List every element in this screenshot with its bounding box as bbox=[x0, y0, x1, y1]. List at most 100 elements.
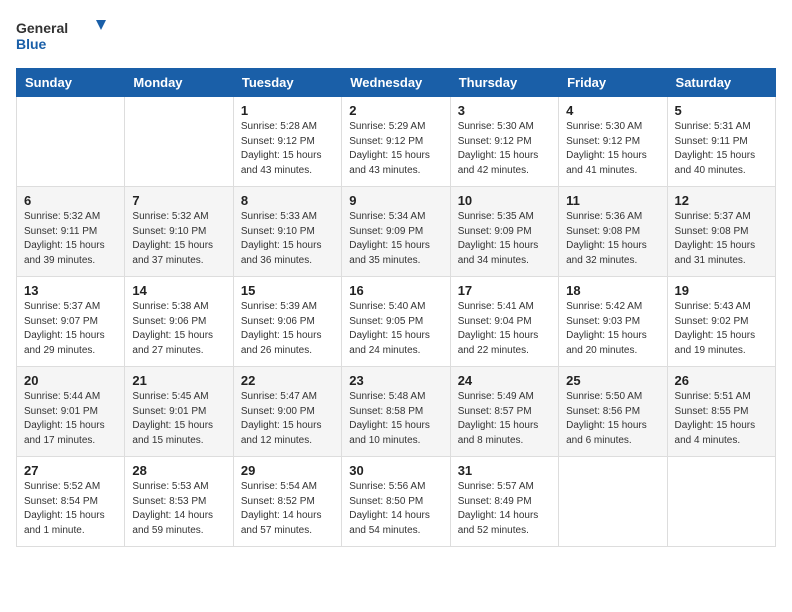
day-info: Sunrise: 5:43 AM Sunset: 9:02 PM Dayligh… bbox=[675, 300, 768, 358]
weekday-header: Wednesday bbox=[342, 69, 450, 97]
day-number: 4 bbox=[566, 103, 659, 118]
logo-icon: General Blue bbox=[16, 16, 106, 56]
day-info: Sunrise: 5:48 AM Sunset: 8:58 PM Dayligh… bbox=[349, 390, 442, 448]
day-info: Sunrise: 5:32 AM Sunset: 9:11 PM Dayligh… bbox=[24, 210, 117, 268]
calendar-week-row: 1 Sunrise: 5:28 AM Sunset: 9:12 PM Daylig… bbox=[17, 97, 776, 187]
day-number: 5 bbox=[675, 103, 768, 118]
day-info: Sunrise: 5:52 AM Sunset: 8:54 PM Dayligh… bbox=[24, 480, 117, 538]
calendar-cell: 31 Sunrise: 5:57 AM Sunset: 8:49 PM Dayli… bbox=[450, 457, 558, 547]
calendar-header-row: SundayMondayTuesdayWednesdayThursdayFrid… bbox=[17, 69, 776, 97]
calendar-cell: 12Sunrise: 5:37 AM Sunset: 9:08 PM Dayli… bbox=[667, 187, 775, 277]
calendar-cell: 17 Sunrise: 5:41 AM Sunset: 9:04 PM Dayli… bbox=[450, 277, 558, 367]
day-info: Sunrise: 5:35 AM Sunset: 9:09 PM Dayligh… bbox=[458, 210, 551, 268]
calendar-cell: 16Sunrise: 5:40 AM Sunset: 9:05 PM Dayli… bbox=[342, 277, 450, 367]
calendar-cell: 28Sunrise: 5:53 AM Sunset: 8:53 PM Dayli… bbox=[125, 457, 233, 547]
day-info: Sunrise: 5:53 AM Sunset: 8:53 PM Dayligh… bbox=[132, 480, 225, 538]
day-info: Sunrise: 5:42 AM Sunset: 9:03 PM Dayligh… bbox=[566, 300, 659, 358]
weekday-header: Monday bbox=[125, 69, 233, 97]
day-number: 3 bbox=[458, 103, 551, 118]
day-info: Sunrise: 5:49 AM Sunset: 8:57 PM Dayligh… bbox=[458, 390, 551, 448]
day-info: Sunrise: 5:33 AM Sunset: 9:10 PM Dayligh… bbox=[241, 210, 334, 268]
day-number: 18 bbox=[566, 283, 659, 298]
day-info: Sunrise: 5:41 AM Sunset: 9:04 PM Dayligh… bbox=[458, 300, 551, 358]
day-number: 31 bbox=[458, 463, 551, 478]
calendar-cell: 27 Sunrise: 5:52 AM Sunset: 8:54 PM Dayli… bbox=[17, 457, 125, 547]
day-number: 19 bbox=[675, 283, 768, 298]
day-number: 2 bbox=[349, 103, 442, 118]
calendar-cell bbox=[667, 457, 775, 547]
calendar-cell: 25 Sunrise: 5:50 AM Sunset: 8:56 PM Dayli… bbox=[559, 367, 667, 457]
calendar-cell: 15 Sunrise: 5:39 AM Sunset: 9:06 PM Dayli… bbox=[233, 277, 341, 367]
calendar-cell: 9 Sunrise: 5:34 AM Sunset: 9:09 PM Daylig… bbox=[342, 187, 450, 277]
calendar-cell: 7 Sunrise: 5:32 AM Sunset: 9:10 PM Daylig… bbox=[125, 187, 233, 277]
day-info: Sunrise: 5:39 AM Sunset: 9:06 PM Dayligh… bbox=[241, 300, 334, 358]
calendar-cell: 19 Sunrise: 5:43 AM Sunset: 9:02 PM Dayli… bbox=[667, 277, 775, 367]
weekday-header: Thursday bbox=[450, 69, 558, 97]
day-info: Sunrise: 5:45 AM Sunset: 9:01 PM Dayligh… bbox=[132, 390, 225, 448]
calendar-cell: 20 Sunrise: 5:44 AM Sunset: 9:01 PM Dayli… bbox=[17, 367, 125, 457]
day-number: 30 bbox=[349, 463, 442, 478]
calendar-cell: 14 Sunrise: 5:38 AM Sunset: 9:06 PM Dayli… bbox=[125, 277, 233, 367]
day-info: Sunrise: 5:57 AM Sunset: 8:49 PM Dayligh… bbox=[458, 480, 551, 538]
day-number: 10 bbox=[458, 193, 551, 208]
day-info: Sunrise: 5:31 AM Sunset: 9:11 PM Dayligh… bbox=[675, 120, 768, 178]
calendar-cell: 24 Sunrise: 5:49 AM Sunset: 8:57 PM Dayli… bbox=[450, 367, 558, 457]
weekday-header: Sunday bbox=[17, 69, 125, 97]
day-number: 1 bbox=[241, 103, 334, 118]
day-number: 14 bbox=[132, 283, 225, 298]
calendar-cell: 18 Sunrise: 5:42 AM Sunset: 9:03 PM Dayli… bbox=[559, 277, 667, 367]
day-number: 23 bbox=[349, 373, 442, 388]
day-number: 29 bbox=[241, 463, 334, 478]
calendar-cell: 26 Sunrise: 5:51 AM Sunset: 8:55 PM Dayli… bbox=[667, 367, 775, 457]
day-info: Sunrise: 5:29 AM Sunset: 9:12 PM Dayligh… bbox=[349, 120, 442, 178]
day-number: 15 bbox=[241, 283, 334, 298]
day-info: Sunrise: 5:38 AM Sunset: 9:06 PM Dayligh… bbox=[132, 300, 225, 358]
weekday-header: Tuesday bbox=[233, 69, 341, 97]
day-info: Sunrise: 5:32 AM Sunset: 9:10 PM Dayligh… bbox=[132, 210, 225, 268]
day-number: 9 bbox=[349, 193, 442, 208]
logo: General Blue bbox=[16, 16, 106, 56]
calendar-cell: 5 Sunrise: 5:31 AM Sunset: 9:11 PM Daylig… bbox=[667, 97, 775, 187]
day-info: Sunrise: 5:34 AM Sunset: 9:09 PM Dayligh… bbox=[349, 210, 442, 268]
calendar-table: SundayMondayTuesdayWednesdayThursdayFrid… bbox=[16, 68, 776, 547]
day-number: 7 bbox=[132, 193, 225, 208]
calendar-cell: 1 Sunrise: 5:28 AM Sunset: 9:12 PM Daylig… bbox=[233, 97, 341, 187]
day-number: 11 bbox=[566, 193, 659, 208]
day-number: 24 bbox=[458, 373, 551, 388]
weekday-header: Saturday bbox=[667, 69, 775, 97]
calendar-week-row: 20 Sunrise: 5:44 AM Sunset: 9:01 PM Dayli… bbox=[17, 367, 776, 457]
day-number: 25 bbox=[566, 373, 659, 388]
calendar-cell: 21Sunrise: 5:45 AM Sunset: 9:01 PM Dayli… bbox=[125, 367, 233, 457]
calendar-cell: 2 Sunrise: 5:29 AM Sunset: 9:12 PM Daylig… bbox=[342, 97, 450, 187]
day-info: Sunrise: 5:54 AM Sunset: 8:52 PM Dayligh… bbox=[241, 480, 334, 538]
calendar-cell: 6Sunrise: 5:32 AM Sunset: 9:11 PM Daylig… bbox=[17, 187, 125, 277]
day-number: 13 bbox=[24, 283, 117, 298]
day-number: 17 bbox=[458, 283, 551, 298]
calendar-cell: 10 Sunrise: 5:35 AM Sunset: 9:09 PM Dayli… bbox=[450, 187, 558, 277]
day-info: Sunrise: 5:30 AM Sunset: 9:12 PM Dayligh… bbox=[566, 120, 659, 178]
calendar-cell: 22 Sunrise: 5:47 AM Sunset: 9:00 PM Dayli… bbox=[233, 367, 341, 457]
calendar-cell bbox=[125, 97, 233, 187]
day-info: Sunrise: 5:30 AM Sunset: 9:12 PM Dayligh… bbox=[458, 120, 551, 178]
day-info: Sunrise: 5:56 AM Sunset: 8:50 PM Dayligh… bbox=[349, 480, 442, 538]
day-number: 20 bbox=[24, 373, 117, 388]
day-info: Sunrise: 5:47 AM Sunset: 9:00 PM Dayligh… bbox=[241, 390, 334, 448]
day-info: Sunrise: 5:51 AM Sunset: 8:55 PM Dayligh… bbox=[675, 390, 768, 448]
calendar-cell bbox=[559, 457, 667, 547]
day-info: Sunrise: 5:40 AM Sunset: 9:05 PM Dayligh… bbox=[349, 300, 442, 358]
day-number: 12 bbox=[675, 193, 768, 208]
day-info: Sunrise: 5:50 AM Sunset: 8:56 PM Dayligh… bbox=[566, 390, 659, 448]
day-info: Sunrise: 5:36 AM Sunset: 9:08 PM Dayligh… bbox=[566, 210, 659, 268]
day-number: 26 bbox=[675, 373, 768, 388]
calendar-week-row: 6Sunrise: 5:32 AM Sunset: 9:11 PM Daylig… bbox=[17, 187, 776, 277]
day-info: Sunrise: 5:37 AM Sunset: 9:07 PM Dayligh… bbox=[24, 300, 117, 358]
day-number: 27 bbox=[24, 463, 117, 478]
day-number: 8 bbox=[241, 193, 334, 208]
day-info: Sunrise: 5:44 AM Sunset: 9:01 PM Dayligh… bbox=[24, 390, 117, 448]
calendar-cell: 13 Sunrise: 5:37 AM Sunset: 9:07 PM Dayli… bbox=[17, 277, 125, 367]
day-info: Sunrise: 5:28 AM Sunset: 9:12 PM Dayligh… bbox=[241, 120, 334, 178]
calendar-cell: 11 Sunrise: 5:36 AM Sunset: 9:08 PM Dayli… bbox=[559, 187, 667, 277]
calendar-cell: 4 Sunrise: 5:30 AM Sunset: 9:12 PM Daylig… bbox=[559, 97, 667, 187]
day-number: 22 bbox=[241, 373, 334, 388]
calendar-week-row: 27 Sunrise: 5:52 AM Sunset: 8:54 PM Dayli… bbox=[17, 457, 776, 547]
